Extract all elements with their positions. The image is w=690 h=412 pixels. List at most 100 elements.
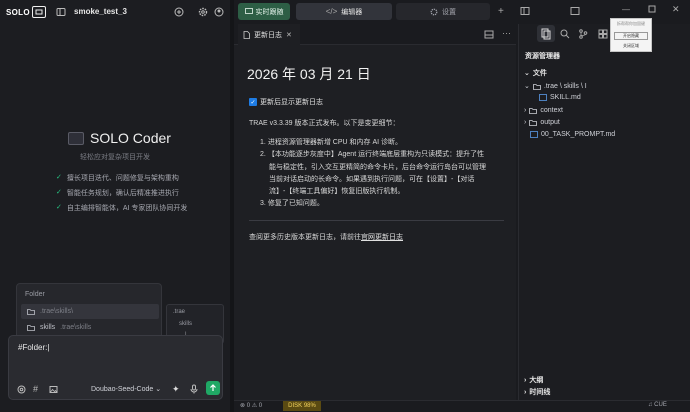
- chevron-right-icon: ›: [524, 388, 527, 396]
- add-chat-icon[interactable]: [174, 7, 184, 17]
- tab-label: 实时跟随: [255, 8, 284, 16]
- split-editor-icon[interactable]: [484, 30, 494, 39]
- editor-tab-label: 更新日志: [254, 31, 282, 39]
- files-section-header[interactable]: ⌄ 文件: [524, 68, 547, 78]
- minimize-icon[interactable]: —: [622, 5, 630, 14]
- tree-item-folder[interactable]: ⌄ .trae \ skills \ I: [524, 82, 587, 91]
- mention-icon[interactable]: [17, 385, 26, 394]
- panel-icon[interactable]: [570, 6, 580, 16]
- preview-item: .trae: [173, 309, 186, 315]
- solo-logo[interactable]: SOLO: [6, 5, 46, 19]
- folder-suggestion-popup: Folder .trae\skills\ skills .trae\skills: [16, 283, 162, 340]
- monitor-icon: [244, 8, 253, 15]
- chat-input-box[interactable]: #Folder:| # Doubao-Seed-Code ⌄ ✦: [8, 335, 223, 400]
- sparkle-icon[interactable]: ✦: [172, 384, 180, 395]
- error-icon: ⊗: [240, 403, 246, 409]
- tab-label: 编辑器: [341, 8, 363, 16]
- warning-count-value: 0: [258, 403, 263, 409]
- explorer-panel: [518, 24, 690, 400]
- list-text: 流】-【终端工具偏好】恢复旧版执行机制。: [269, 188, 405, 196]
- divider: [249, 220, 504, 221]
- encoding-label: CUE: [654, 402, 667, 408]
- check-icon: ✓: [56, 204, 62, 211]
- tree-item-folder[interactable]: › context: [524, 107, 563, 114]
- user-avatar-icon[interactable]: [214, 7, 224, 17]
- chevron-down-icon: ⌄: [155, 386, 162, 393]
- tab-settings[interactable]: 设置: [396, 3, 490, 20]
- more-icon[interactable]: ···: [502, 28, 511, 38]
- tree-item-label: 00_TASK_PROMPT.md: [541, 131, 616, 138]
- tree-item-file[interactable]: SKILL.md: [539, 94, 581, 101]
- folder-icon: [27, 308, 35, 315]
- tab-live-follow[interactable]: 实时跟随: [238, 3, 290, 20]
- send-button[interactable]: [206, 381, 220, 395]
- source-control-icon[interactable]: [578, 29, 588, 39]
- folder-option-path: .trae\skills: [60, 324, 92, 331]
- image-icon[interactable]: [49, 385, 58, 394]
- layout-icon[interactable]: [520, 6, 530, 16]
- tree-item-folder[interactable]: › output: [524, 119, 560, 126]
- folder-icon: [529, 119, 538, 126]
- solo-logo-icon: [31, 6, 46, 18]
- timeline-section-header[interactable]: › 时间线: [524, 387, 550, 397]
- folder-option-name: skills: [40, 324, 56, 331]
- list-item-continued: 能与稳定性，引入交互更精简的命令卡片，后台命令运行岛台可以管理: [260, 162, 510, 174]
- model-selector[interactable]: Doubao-Seed-Code ⌄: [91, 385, 161, 393]
- list-text: 修复了已知问题。: [267, 200, 324, 208]
- model-name: Doubao-Seed-Code: [91, 386, 154, 393]
- list-num: 2.: [260, 151, 266, 159]
- show-changelog-toggle[interactable]: ✓ 更新后显示更新日志: [249, 97, 323, 107]
- microphone-icon[interactable]: [190, 384, 198, 394]
- list-text: 能与稳定性，引入交互更精简的命令卡片，后台命令运行岛台可以管理: [269, 163, 486, 171]
- context-menu-item[interactable]: 开启隐藏: [614, 32, 648, 40]
- official-changelog-link[interactable]: 官网更新日志: [361, 234, 403, 241]
- section-label: 文件: [532, 70, 547, 77]
- folder-option[interactable]: skills .trae\skills: [21, 320, 159, 335]
- context-menu-item[interactable]: 拆帮帮你加固键: [611, 21, 651, 27]
- list-text: 进程资源管理器新增 CPU 和内存 AI 诊断。: [267, 139, 403, 146]
- outline-section-header[interactable]: › 大纲: [524, 375, 543, 385]
- explorer-title: 资源管理器: [525, 53, 560, 60]
- disk-usage-badge[interactable]: DISK 98%: [283, 401, 321, 411]
- left-topbar: SOLO smoke_test_3: [0, 0, 230, 24]
- check-icon: ✓: [56, 174, 62, 181]
- markdown-file-icon: [530, 131, 538, 138]
- code-icon: </>: [325, 7, 338, 16]
- list-num: 3.: [260, 200, 266, 208]
- markdown-file-icon: [539, 94, 547, 101]
- section-label: 大纲: [529, 377, 544, 384]
- folder-open-icon: [532, 83, 541, 90]
- folder-option[interactable]: .trae\skills\: [21, 304, 159, 319]
- coder-subtitle: 轻松应对复杂项目开发: [80, 154, 150, 161]
- folder-icon: [27, 324, 35, 331]
- checkbox-checked-icon[interactable]: ✓: [249, 98, 257, 106]
- close-window-icon[interactable]: ✕: [672, 4, 680, 15]
- coder-logo-icon: [68, 131, 84, 145]
- maximize-icon[interactable]: [648, 5, 656, 13]
- tab-editor[interactable]: </> 编辑器: [296, 3, 392, 20]
- tree-item-file[interactable]: 00_TASK_PROMPT.md: [530, 131, 615, 138]
- changelog-intro: TRAE v3.3.39 版本正式发布。以下是变更细节：: [249, 120, 400, 127]
- add-tab-icon[interactable]: +: [498, 6, 504, 17]
- editor-tab-changelog[interactable]: 更新日志 ✕: [238, 24, 300, 45]
- changelog-footer: 查阅更多历史版本更新日志，请前往官网更新日志: [249, 232, 403, 242]
- explorer-active-icon[interactable]: [537, 25, 555, 42]
- search-icon[interactable]: [560, 29, 570, 39]
- chat-input-text[interactable]: #Folder:|: [18, 343, 49, 352]
- error-count[interactable]: ⊗ 0 ⚠ 0: [240, 402, 262, 409]
- list-text: 【本功能逐步灰度中】Agent 运行终端底层重构为只读模式：提升了性: [267, 151, 485, 159]
- chevron-right-icon: ›: [524, 119, 527, 126]
- feature-item: ✓ 自主编排智能体，AI 专家团队协同开发: [56, 203, 187, 213]
- extensions-icon[interactable]: [598, 29, 608, 39]
- project-name[interactable]: smoke_test_3: [74, 7, 127, 16]
- feature-text: 自主编排智能体，AI 专家团队协同开发: [66, 205, 188, 212]
- settings-gear-icon[interactable]: [198, 7, 208, 17]
- sidebar-toggle-icon[interactable]: [56, 7, 66, 17]
- encoding-indicator[interactable]: ♫ CUE: [648, 402, 667, 408]
- tree-item-label: context: [540, 107, 563, 114]
- list-item-continued: 当前对话启动的长命令。如果遇到执行问题，可在【设置】-【对话: [260, 174, 510, 186]
- hash-icon[interactable]: #: [33, 384, 38, 394]
- context-menu-item[interactable]: 关闭区域: [611, 43, 651, 49]
- changelog-date: 2026 年 03 月 21 日: [247, 66, 371, 82]
- close-tab-icon[interactable]: ✕: [286, 31, 292, 39]
